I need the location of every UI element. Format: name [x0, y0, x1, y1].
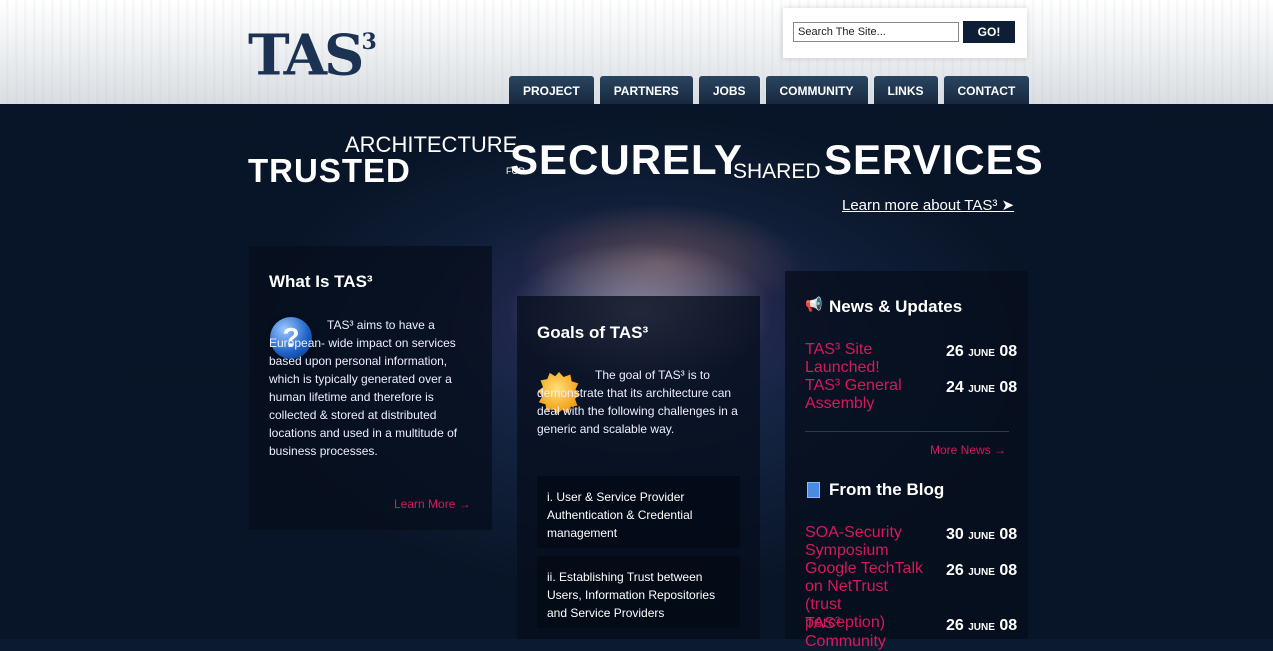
news-divider	[805, 431, 1009, 432]
what-is-panel: What Is TAS³ ? TAS³ aims to have a Europ…	[249, 246, 492, 530]
what-is-title: What Is TAS³	[269, 272, 373, 291]
search-input[interactable]	[793, 22, 959, 42]
logo-text: TAS	[248, 22, 364, 89]
blog-item-date: 30 JUNE 08	[946, 526, 1018, 543]
blog-item-title[interactable]: TAS³ Community	[805, 615, 925, 651]
nav-tab-project[interactable]: PROJECT	[509, 76, 594, 104]
tagline-securely: SECURELY	[510, 136, 743, 183]
tagline-services: SERVICES	[824, 136, 1044, 183]
blog-item-date: 26 JUNE 08	[946, 617, 1018, 634]
news-item-date: 26 JUNE 08	[946, 343, 1018, 360]
news-item-date: 24 JUNE 08	[946, 379, 1018, 396]
learn-more-about-tas-link[interactable]: Learn more about TAS³ ➤	[842, 196, 1014, 214]
main-nav: PROJECT PARTNERS JOBS COMMUNITY LINKS CO…	[509, 76, 1030, 104]
goals-panel: Goals of TAS³ The goal of TAS³ is to dem…	[517, 296, 760, 639]
nav-tab-contact[interactable]: CONTACT	[943, 76, 1030, 104]
blog-item-title[interactable]: SOA-Security Symposium	[805, 524, 915, 560]
news-panel: 📢 News & Updates TAS³ Site Launched! 26 …	[785, 271, 1028, 650]
search-go-button[interactable]: GO!	[963, 21, 1015, 43]
nav-tab-jobs[interactable]: JOBS	[698, 76, 760, 104]
megaphone-icon: 📢	[805, 296, 823, 312]
goals-body: The goal of TAS³ is to demonstrate that …	[537, 368, 738, 436]
news-item-title[interactable]: TAS³ General Assembly	[805, 377, 915, 413]
blog-item-date: 26 JUNE 08	[946, 562, 1018, 579]
blog-book-icon	[807, 482, 820, 498]
what-is-body: TAS³ aims to have a European- wide impac…	[269, 318, 458, 458]
challenge-item: i. User & Service Provider Authenticatio…	[537, 476, 740, 548]
learn-more-about-tas-label: Learn more about TAS³	[842, 197, 998, 214]
site-logo[interactable]: TAS3	[248, 20, 377, 84]
search-box: GO!	[783, 8, 1027, 58]
nav-tab-links[interactable]: LINKS	[873, 76, 938, 104]
nav-tab-community[interactable]: COMMUNITY	[765, 76, 868, 104]
logo-superscript: 3	[361, 29, 377, 55]
news-title: News & Updates	[829, 297, 963, 316]
nav-tab-partners[interactable]: PARTNERS	[599, 76, 693, 104]
goals-title: Goals of TAS³	[537, 323, 649, 342]
news-item-title[interactable]: TAS³ Site Launched!	[805, 341, 895, 377]
tagline-shared: SHARED	[733, 160, 821, 183]
more-news-link[interactable]: More News →	[930, 443, 1006, 457]
challenge-item: ii. Establishing Trust between Users, In…	[537, 556, 740, 628]
tagline-architecture: ARCHITECTURE	[345, 132, 518, 157]
what-is-learn-more-link[interactable]: Learn More →	[394, 497, 471, 511]
arrow-right-icon: ➤	[1001, 197, 1015, 214]
blog-title: From the Blog	[829, 480, 945, 499]
